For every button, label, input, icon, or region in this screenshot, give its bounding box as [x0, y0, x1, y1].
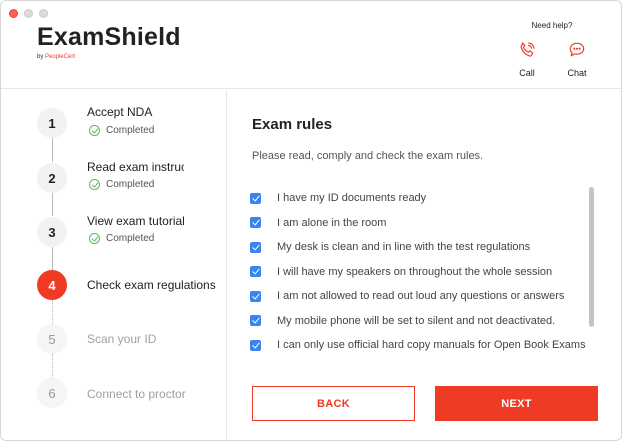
- steps-sidebar: 1 Accept NDA Completed 2 Read exam instr…: [1, 90, 227, 440]
- page-title: Exam rules: [252, 116, 333, 133]
- rule-checkbox[interactable]: [250, 217, 261, 229]
- step-connector: [52, 246, 53, 270]
- step-connector: [52, 192, 53, 216]
- page-description: Please read, comply and check the exam r…: [252, 150, 484, 162]
- step-number: 5: [37, 324, 67, 354]
- rule-checkbox[interactable]: [250, 315, 261, 327]
- help-actions: Call Chat: [507, 40, 597, 78]
- app-window: ExamShield by PeopleCert Need help? Call: [0, 0, 622, 441]
- check-circle-icon: [89, 233, 100, 244]
- chat-label: Chat: [567, 68, 587, 78]
- brand-name: ExamShield: [37, 23, 181, 51]
- check-circle-icon: [89, 125, 100, 136]
- step-title: Check exam regulations: [87, 278, 216, 292]
- chat-button[interactable]: Chat: [557, 40, 597, 78]
- rule-text: My mobile phone will be set to silent an…: [277, 314, 556, 327]
- brand-subtitle: by PeopleCert: [37, 54, 181, 60]
- rule-text: I have my ID documents ready: [277, 192, 427, 205]
- call-button[interactable]: Call: [507, 40, 547, 78]
- rule-item: I am not allowed to read out loud any qu…: [250, 284, 600, 309]
- brand-logo: ExamShield by PeopleCert: [37, 23, 181, 60]
- step-status: Completed: [89, 179, 154, 190]
- step-title: Connect to proctor: [87, 387, 186, 401]
- rule-text: I will have my speakers on throughout th…: [277, 265, 553, 278]
- rule-item: I have my ID documents ready: [250, 186, 600, 211]
- rule-text: I am not allowed to read out loud any qu…: [277, 290, 565, 303]
- step-connector: [52, 136, 53, 162]
- rule-checkbox[interactable]: [250, 290, 261, 302]
- rule-item: I will have my speakers on throughout th…: [250, 260, 600, 285]
- rule-text: I am alone in the room: [277, 216, 387, 229]
- rules-list[interactable]: I have my ID documents ready I am alone …: [250, 186, 600, 358]
- step-connector: [52, 300, 53, 324]
- rules-scrollbar[interactable]: [589, 185, 595, 330]
- rule-item: My desk is clean and in line with the te…: [250, 235, 600, 260]
- rule-text: My desk is clean and in line with the te…: [277, 241, 531, 254]
- step-number: 6: [37, 378, 67, 408]
- step-status-label: Completed: [106, 233, 155, 244]
- chat-bubble-icon: [569, 42, 585, 57]
- phone-icon: [520, 42, 535, 57]
- scrollbar-thumb[interactable]: [589, 187, 594, 327]
- step-status-label: Completed: [106, 179, 155, 190]
- help-panel: Need help? Call Chat: [507, 21, 597, 78]
- rule-checkbox[interactable]: [250, 339, 261, 351]
- step-title: View exam tutorial: [87, 214, 185, 228]
- exam-rules-panel: Exam rules Please read, comply and check…: [228, 90, 621, 440]
- step-title: Read exam instructions: [87, 160, 184, 174]
- rule-item: I am alone in the room: [250, 211, 600, 236]
- check-circle-icon: [89, 179, 100, 190]
- step-connector: [52, 354, 53, 378]
- rule-item: My mobile phone will be set to silent an…: [250, 309, 600, 334]
- rule-text: I can only use official hard copy manual…: [277, 339, 586, 352]
- call-label: Call: [519, 68, 535, 78]
- next-button[interactable]: NEXT: [435, 386, 598, 421]
- step-number: 3: [37, 217, 67, 247]
- step-title: Scan your ID: [87, 332, 157, 346]
- brand-sub-prefix: by: [37, 54, 46, 60]
- header: ExamShield by PeopleCert Need help? Call: [1, 1, 621, 89]
- rule-checkbox[interactable]: [250, 192, 261, 204]
- rule-checkbox[interactable]: [250, 266, 261, 278]
- rule-item: I can only use official hard copy manual…: [250, 333, 600, 358]
- step-status: Completed: [89, 125, 154, 136]
- step-status-label: Completed: [106, 125, 155, 136]
- brand-company: PeopleCert: [45, 54, 76, 60]
- step-number: 2: [37, 163, 67, 193]
- step-number: 1: [37, 108, 67, 138]
- step-title: Accept NDA: [87, 105, 153, 119]
- step-status: Completed: [89, 233, 154, 244]
- rule-checkbox[interactable]: [250, 241, 261, 253]
- step-number: 4: [37, 270, 67, 300]
- back-button[interactable]: BACK: [252, 386, 415, 421]
- help-title: Need help?: [531, 21, 573, 30]
